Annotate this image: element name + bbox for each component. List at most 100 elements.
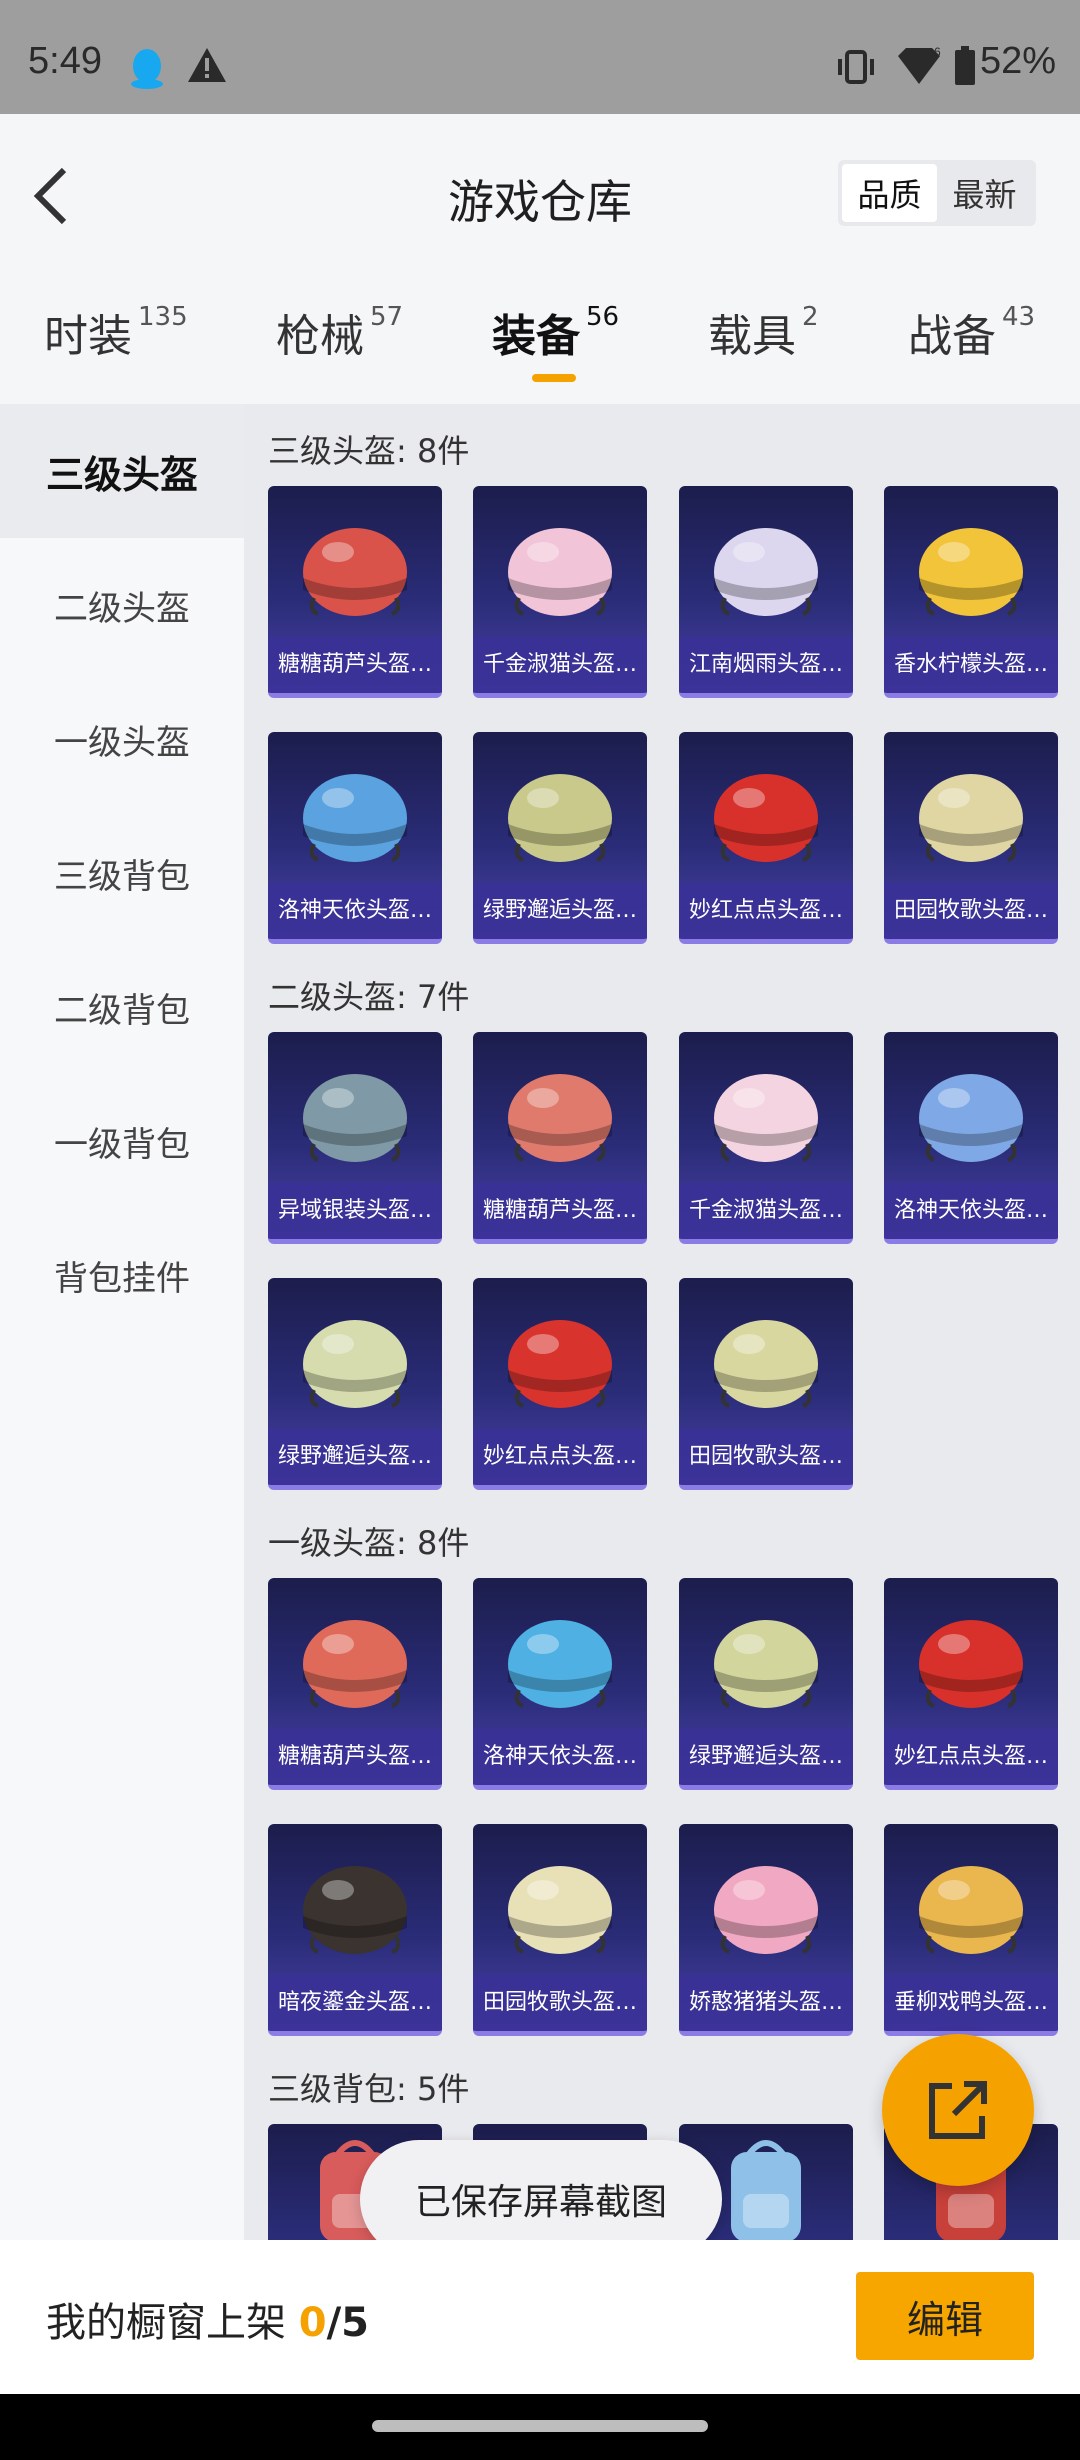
item-card[interactable]: 绿野邂逅头盔… [679, 1578, 853, 1790]
item-card[interactable]: 洛神天依头盔… [473, 1578, 647, 1790]
helmet-icon [919, 1866, 1023, 1954]
item-card[interactable]: 田园牧歌头盔… [884, 732, 1058, 944]
item-card[interactable]: 田园牧歌头盔… [679, 1278, 853, 1490]
tab-label: 载具 [708, 311, 796, 362]
item-name: 江南烟雨头盔… [679, 637, 853, 693]
item-card[interactable]: 千金淑猫头盔… [679, 1032, 853, 1244]
item-name: 千金淑猫头盔… [473, 637, 647, 693]
warning-icon [188, 48, 226, 82]
item-card[interactable]: 妙红点点头盔… [884, 1578, 1058, 1790]
item-card[interactable]: 糖糖葫芦头盔… [473, 1032, 647, 1244]
system-nav-bar [0, 2394, 1080, 2460]
helmet-icon [508, 774, 612, 862]
item-name: 洛神天依头盔… [473, 1729, 647, 1785]
section-title: 二级头盔: 7件 [268, 978, 470, 1016]
item-card[interactable]: 洛神天依头盔… [884, 1032, 1058, 1244]
home-gesture-handle[interactable] [372, 2420, 708, 2432]
helmet-icon [508, 1320, 612, 1408]
helmet-icon [714, 1866, 818, 1954]
tab-fashion[interactable]: 时装 135 [44, 300, 188, 400]
tab-equipment[interactable]: 装备 56 [492, 300, 619, 400]
helmet-icon [508, 1620, 612, 1708]
sidebar-item-backpack-charm[interactable]: 背包挂件 [0, 1208, 244, 1342]
item-name: 妙红点点头盔… [473, 1429, 647, 1485]
item-card[interactable]: 糖糖葫芦头盔… [268, 486, 442, 698]
battery-percent: 52% [980, 40, 1057, 82]
item-name: 暗夜鎏金头盔… [268, 1975, 442, 2031]
showcase-count: 0 [298, 2300, 327, 2346]
category-sidebar: 三级头盔 二级头盔 一级头盔 三级背包 二级背包 一级背包 背包挂件 [0, 404, 244, 2240]
tab-guns[interactable]: 枪械 57 [276, 300, 403, 400]
tab-count: 43 [1002, 302, 1036, 332]
tab-count: 2 [802, 302, 819, 332]
item-name: 垂柳戏鸭头盔… [884, 1975, 1058, 2031]
helmet-icon [303, 1620, 407, 1708]
item-card[interactable]: 娇憨猪猪头盔… [679, 1824, 853, 2036]
item-name: 香水柠檬头盔… [884, 637, 1058, 693]
helmet-icon [919, 528, 1023, 616]
helmet-icon [714, 1074, 818, 1162]
item-name: 糖糖葫芦头盔… [268, 1729, 442, 1785]
item-name: 糖糖葫芦头盔… [473, 1183, 647, 1239]
vibrate-icon [838, 50, 874, 84]
item-name: 绿野邂逅头盔… [473, 883, 647, 939]
qq-penguin-icon [131, 49, 163, 89]
category-tabs: 时装 135 枪械 57 装备 56 载具 2 战备 43 [0, 300, 1080, 404]
tab-vehicles[interactable]: 载具 2 [708, 300, 819, 400]
sort-newest-button[interactable]: 最新 [937, 164, 1032, 222]
item-card[interactable]: 糖糖葫芦头盔… [268, 1578, 442, 1790]
svg-text:6: 6 [934, 45, 941, 59]
section-title: 一级头盔: 8件 [268, 1524, 470, 1562]
helmet-icon [303, 1320, 407, 1408]
share-button[interactable] [882, 2034, 1034, 2186]
tab-supplies[interactable]: 战备 43 [908, 300, 1035, 400]
active-tab-indicator [532, 374, 576, 382]
item-name: 绿野邂逅头盔… [268, 1429, 442, 1485]
helmet-icon [714, 774, 818, 862]
sidebar-item-level3-helmet[interactable]: 三级头盔 [0, 404, 244, 538]
sidebar-item-level2-backpack[interactable]: 二级背包 [0, 940, 244, 1074]
item-name: 田园牧歌头盔… [473, 1975, 647, 2031]
item-card[interactable]: 田园牧歌头盔… [473, 1824, 647, 2036]
item-card[interactable]: 异域银装头盔… [268, 1032, 442, 1244]
helmet-icon [714, 528, 818, 616]
edit-button[interactable]: 编辑 [856, 2272, 1034, 2360]
sidebar-item-level1-backpack[interactable]: 一级背包 [0, 1074, 244, 1208]
helmet-icon [714, 1620, 818, 1708]
helmet-icon [303, 1074, 407, 1162]
sidebar-item-level1-helmet[interactable]: 一级头盔 [0, 672, 244, 806]
item-name: 糖糖葫芦头盔… [268, 637, 442, 693]
item-card[interactable]: 绿野邂逅头盔… [473, 732, 647, 944]
item-card[interactable]: 千金淑猫头盔… [473, 486, 647, 698]
item-name: 洛神天依头盔… [884, 1183, 1058, 1239]
item-name: 洛神天依头盔… [268, 883, 442, 939]
item-name: 异域银装头盔… [268, 1183, 442, 1239]
item-card[interactable]: 妙红点点头盔… [679, 732, 853, 944]
item-card[interactable]: 江南烟雨头盔… [679, 486, 853, 698]
showcase-label: 我的橱窗上架 [46, 2300, 286, 2346]
sidebar-item-level2-helmet[interactable]: 二级头盔 [0, 538, 244, 672]
showcase-status: 我的橱窗上架 0/5 [46, 2290, 369, 2348]
showcase-total: /5 [326, 2300, 370, 2346]
helmet-icon [508, 528, 612, 616]
sort-quality-button[interactable]: 品质 [842, 164, 937, 222]
sidebar-item-level3-backpack[interactable]: 三级背包 [0, 806, 244, 940]
item-card[interactable]: 洛神天依头盔… [268, 732, 442, 944]
item-card[interactable]: 绿野邂逅头盔… [268, 1278, 442, 1490]
item-card[interactable]: 香水柠檬头盔… [884, 486, 1058, 698]
tab-label: 时装 [44, 311, 132, 362]
tab-count: 56 [586, 302, 620, 332]
helmet-icon [303, 528, 407, 616]
item-card[interactable]: 垂柳戏鸭头盔… [884, 1824, 1058, 2036]
item-name: 田园牧歌头盔… [679, 1429, 853, 1485]
item-name: 妙红点点头盔… [679, 883, 853, 939]
helmet-icon [303, 1866, 407, 1954]
section-title: 三级头盔: 8件 [268, 432, 470, 470]
item-name: 千金淑猫头盔… [679, 1183, 853, 1239]
sort-toggle: 品质 最新 [838, 160, 1036, 226]
helmet-icon [919, 1620, 1023, 1708]
item-grid: 三级头盔: 8件糖糖葫芦头盔… 千金淑猫头盔… 江南烟雨头盔… 香水柠檬头盔… 洛神天依… [244, 404, 1080, 2240]
item-card[interactable]: 妙红点点头盔… [473, 1278, 647, 1490]
tab-label: 装备 [492, 311, 580, 362]
item-card[interactable]: 暗夜鎏金头盔… [268, 1824, 442, 2036]
